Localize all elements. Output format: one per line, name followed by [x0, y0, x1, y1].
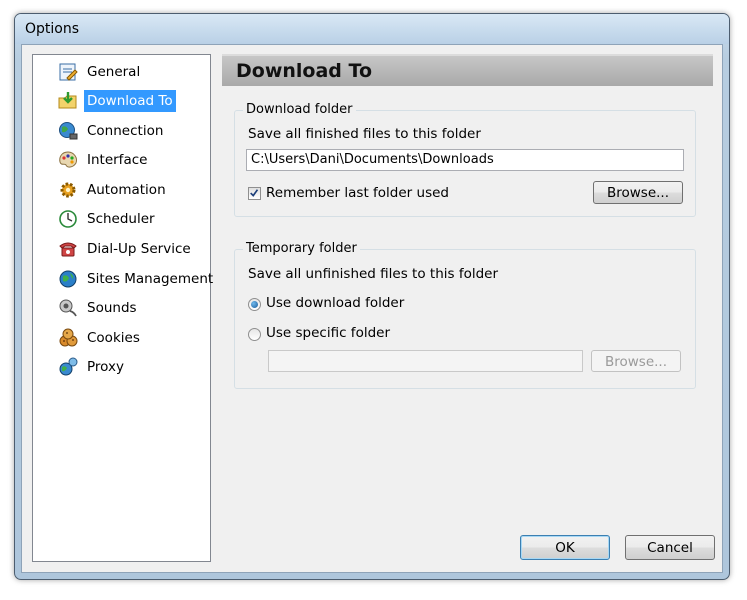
sidebar-item-connection[interactable]: Connection	[57, 117, 166, 144]
page-title: Download To	[236, 60, 372, 82]
sounds-icon	[59, 299, 77, 316]
page-header: Download To	[222, 54, 713, 86]
sidebar-item-proxy[interactable]: Proxy	[57, 353, 127, 380]
sidebar-item-download-to[interactable]: Download To	[57, 87, 176, 114]
sidebar-item-label: Proxy	[87, 358, 124, 375]
checkmark-icon	[250, 189, 259, 197]
sidebar-item-label: Cookies	[87, 329, 140, 346]
remember-last-folder-label[interactable]: Remember last folder used	[266, 185, 449, 201]
browse-download-folder-button[interactable]: Browse...	[593, 181, 683, 204]
remember-last-folder-checkbox[interactable]	[248, 187, 261, 200]
automation-icon	[60, 182, 76, 197]
sidebar-item-interface[interactable]: Interface	[57, 146, 150, 173]
sidebar-item-general[interactable]: General	[57, 58, 143, 85]
use-download-folder-label[interactable]: Use download folder	[266, 295, 404, 311]
sidebar-item-dial-up-service[interactable]: Dial-Up Service	[57, 235, 194, 262]
window-title: Options	[25, 21, 80, 37]
dialog-body: General Download To Connection Interface…	[21, 44, 723, 573]
proxy-icon	[59, 357, 78, 375]
sites-management-icon	[59, 270, 77, 287]
cancel-button[interactable]: Cancel	[625, 535, 715, 560]
temporary-folder-legend: Temporary folder	[243, 241, 360, 256]
scheduler-icon	[59, 209, 77, 228]
ok-button[interactable]: OK	[520, 535, 610, 560]
sidebar-item-scheduler[interactable]: Scheduler	[57, 205, 158, 232]
specific-folder-path-field[interactable]	[268, 350, 583, 372]
use-specific-folder-radio[interactable]	[248, 328, 261, 341]
sidebar-item-label: Automation	[87, 181, 166, 198]
temporary-folder-description: Save all unfinished files to this folder	[248, 266, 499, 282]
download-folder-description: Save all finished files to this folder	[248, 126, 481, 142]
sidebar-item-label: Dial-Up Service	[87, 240, 191, 257]
general-icon	[59, 63, 78, 81]
download-folder-path-field[interactable]: C:\Users\Dani\Documents\Downloads	[246, 149, 684, 171]
sidebar-item-label: Sounds	[87, 299, 137, 316]
temporary-folder-group: Temporary folder Save all unfinished fil…	[234, 241, 696, 389]
download-to-icon	[58, 91, 77, 108]
connection-icon	[59, 121, 78, 139]
use-download-folder-radio[interactable]	[248, 298, 261, 311]
sidebar-item-label: Sites Management	[87, 270, 214, 287]
options-window: Options General Download To Connection I…	[14, 13, 730, 580]
sidebar-item-automation[interactable]: Automation	[57, 176, 169, 203]
sidebar-item-label: Scheduler	[87, 210, 155, 227]
sidebar-item-sounds[interactable]: Sounds	[57, 294, 140, 321]
use-specific-folder-label[interactable]: Use specific folder	[266, 325, 390, 341]
download-folder-group: Download folder Save all finished files …	[234, 102, 696, 217]
sidebar-item-label: Connection	[87, 122, 164, 139]
sidebar-item-label: General	[87, 63, 141, 80]
title-bar[interactable]: Options	[15, 14, 729, 44]
browse-temporary-folder-button[interactable]: Browse...	[591, 350, 681, 372]
interface-icon	[59, 150, 77, 168]
sidebar-item-cookies[interactable]: Cookies	[57, 324, 143, 351]
dial-up-icon	[59, 242, 77, 256]
sidebar-item-label: Interface	[87, 151, 148, 168]
category-list[interactable]: General Download To Connection Interface…	[32, 54, 213, 562]
sidebar-item-sites-management[interactable]: Sites Management	[57, 265, 216, 292]
cookies-icon	[59, 328, 78, 346]
download-folder-legend: Download folder	[243, 102, 356, 117]
sidebar-item-label: Download To	[84, 89, 176, 112]
